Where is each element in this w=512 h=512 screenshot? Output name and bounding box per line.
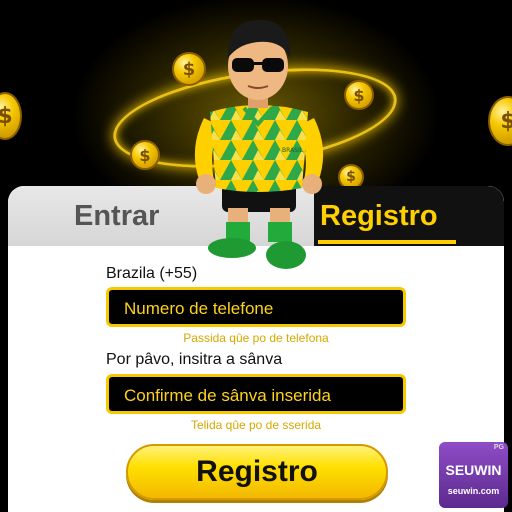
tab-register[interactable]: Registro <box>320 200 438 233</box>
register-submit-button[interactable]: Registro <box>126 444 388 500</box>
brand-url: seuwin.com <box>447 486 500 496</box>
phone-hint: Passida qûe po de telefona <box>183 331 329 345</box>
auth-tabs: Entrar Registro <box>8 186 504 246</box>
country-code-label: Brazila (+55) <box>106 265 198 282</box>
coin-icon: $ <box>130 140 160 170</box>
tab-active-indicator <box>318 240 456 244</box>
register-card: Entrar Registro Brazila (+55) Numero de … <box>8 186 504 512</box>
phone-input[interactable]: Numero de telefone <box>106 287 406 327</box>
brand-badge[interactable]: PG SEUWIN seuwin.com <box>439 442 508 508</box>
provider-label: PG <box>493 444 504 451</box>
password-hint: Telida qûe po de sserida <box>190 418 322 432</box>
password-label: Por pâvo, insitra a sânva <box>106 351 283 368</box>
coin-icon: $ <box>344 80 374 110</box>
password-confirm-input[interactable]: Confirme de sânva inserida <box>106 374 406 414</box>
brand-name: SEUWIN <box>445 462 502 478</box>
coin-icon: $ <box>172 52 206 86</box>
tab-login[interactable]: Entrar <box>74 200 159 233</box>
